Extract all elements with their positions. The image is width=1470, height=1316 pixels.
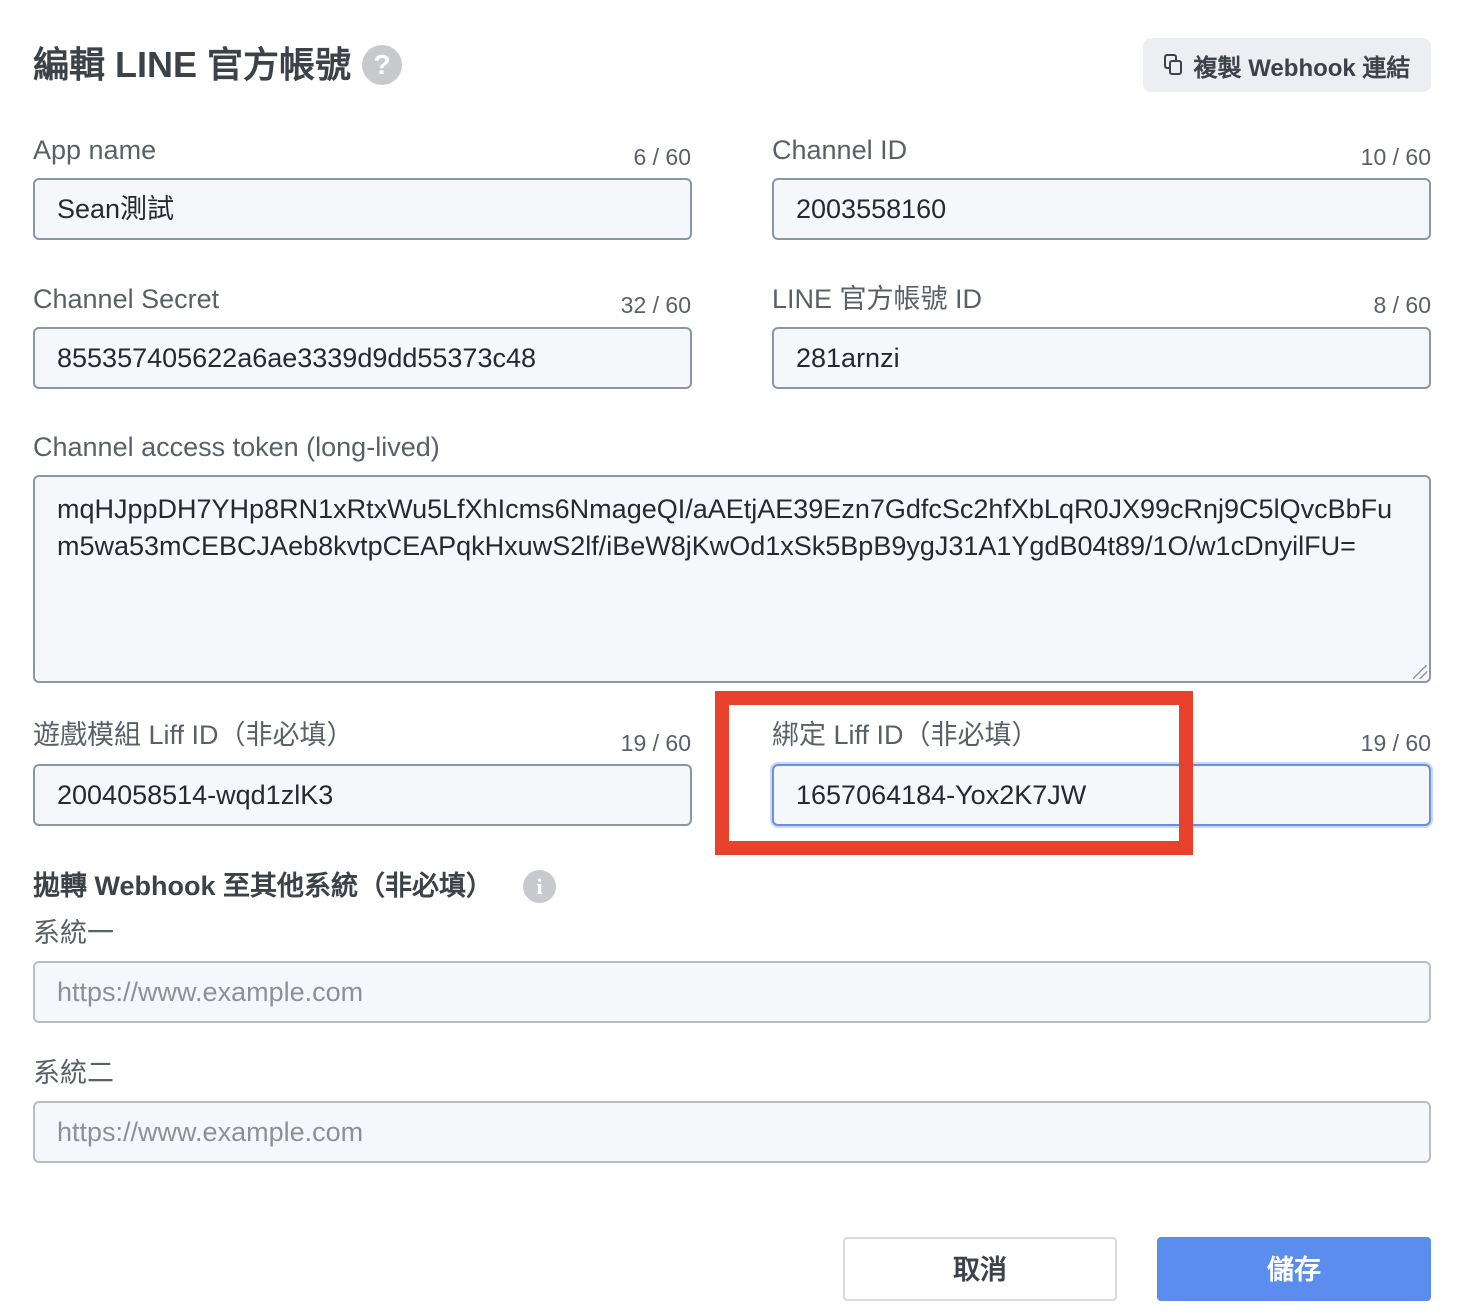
copy-webhook-button[interactable]: 複製 Webhook 連結 xyxy=(1143,38,1431,92)
access-token-label: Channel access token (long-lived) xyxy=(33,432,440,462)
copy-icon xyxy=(1163,54,1184,76)
save-button[interactable]: 儲存 xyxy=(1157,1237,1431,1301)
app-name-input[interactable]: Sean測試 xyxy=(33,178,692,240)
game-liff-id-input[interactable]: 2004058514-wqd1zlK3 xyxy=(33,764,692,826)
resize-handle[interactable] xyxy=(1413,665,1427,679)
system2-label: 系統二 xyxy=(33,1058,114,1088)
channel-id-label: Channel ID xyxy=(772,135,908,165)
game-liff-id-label: 遊戲模組 Liff ID（非必填） xyxy=(33,720,354,750)
channel-secret-counter: 32 / 60 xyxy=(620,292,691,318)
access-token-textarea[interactable]: mqHJppDH7YHp8RN1xRtxWu5LfXhIcms6NmageQI/… xyxy=(33,475,1431,683)
access-token-value: mqHJppDH7YHp8RN1xRtxWu5LfXhIcms6NmageQI/… xyxy=(57,494,1393,561)
game-liff-id-counter: 19 / 60 xyxy=(620,730,691,756)
bind-liff-id-counter: 19 / 60 xyxy=(1360,730,1431,756)
bind-liff-id-label: 綁定 Liff ID（非必填） xyxy=(772,720,1039,750)
app-name-label: App name xyxy=(33,135,157,165)
system2-url-input[interactable]: https://www.example.com xyxy=(33,1101,1431,1163)
cancel-button[interactable]: 取消 xyxy=(843,1237,1117,1301)
app-name-counter: 6 / 60 xyxy=(633,144,691,170)
system1-url-input[interactable]: https://www.example.com xyxy=(33,961,1431,1023)
help-icon[interactable]: ? xyxy=(362,45,402,85)
info-icon[interactable]: i xyxy=(523,870,556,903)
line-oa-id-counter: 8 / 60 xyxy=(1373,292,1431,318)
channel-secret-input[interactable]: 855357405622a6ae3339d9dd55373c48 xyxy=(33,327,692,389)
channel-id-input[interactable]: 2003558160 xyxy=(772,178,1431,240)
line-oa-id-input[interactable]: 281arnzi xyxy=(772,327,1431,389)
channel-id-counter: 10 / 60 xyxy=(1360,144,1431,170)
system1-label: 系統一 xyxy=(33,918,114,948)
copy-webhook-label: 複製 Webhook 連結 xyxy=(1193,54,1411,82)
bind-liff-id-input[interactable]: 1657064184-Yox2K7JW xyxy=(772,764,1431,826)
webhook-section-title: 拋轉 Webhook 至其他系統（非必填） xyxy=(33,871,494,901)
page-title: 編輯 LINE 官方帳號 xyxy=(33,44,352,85)
channel-secret-label: Channel Secret xyxy=(33,284,220,314)
line-oa-id-label: LINE 官方帳號 ID xyxy=(772,284,983,314)
